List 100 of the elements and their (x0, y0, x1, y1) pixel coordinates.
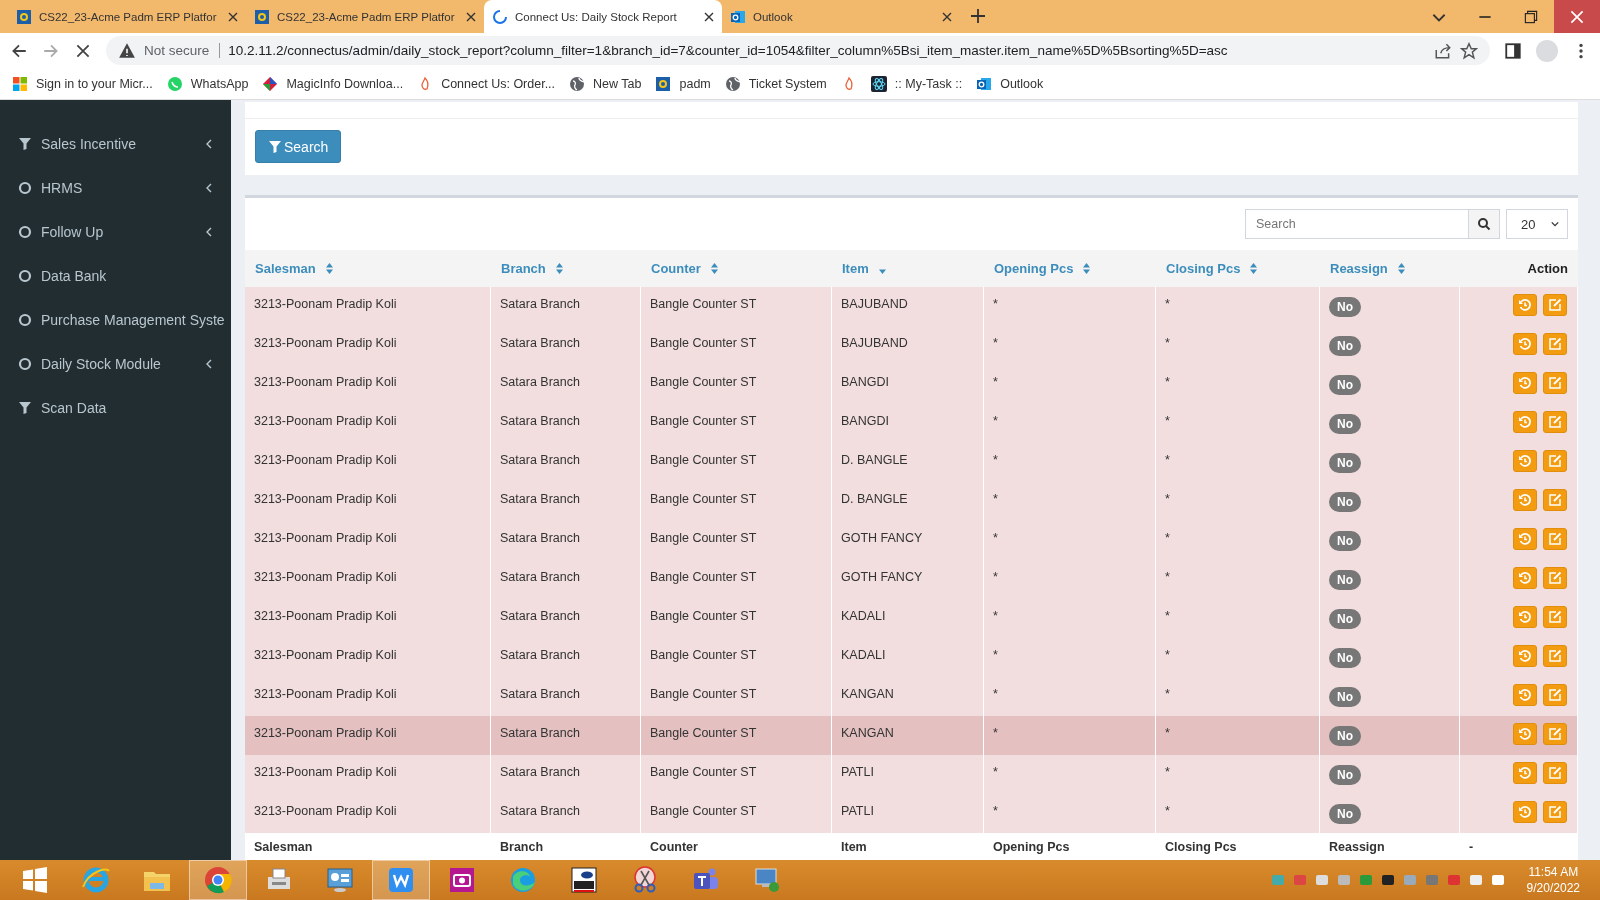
share-icon[interactable] (1434, 41, 1452, 60)
document-app-icon[interactable] (386, 865, 416, 895)
status-badge: No (1329, 765, 1361, 785)
side-panel-icon[interactable] (1504, 41, 1522, 60)
history-button[interactable] (1513, 411, 1537, 433)
status-badge: No (1329, 297, 1361, 317)
history-button[interactable] (1513, 606, 1537, 628)
history-button[interactable] (1513, 333, 1537, 355)
edit-icon (1548, 766, 1562, 780)
column-footer: Opening Pcs (984, 833, 1156, 860)
sort-icon[interactable] (325, 263, 333, 274)
chevron-down-icon (1551, 219, 1559, 229)
close-button[interactable] (1554, 0, 1600, 33)
history-button[interactable] (1513, 762, 1537, 784)
circle-icon (18, 269, 32, 283)
history-button[interactable] (1513, 684, 1537, 706)
history-button[interactable] (1513, 567, 1537, 589)
chrome-icon[interactable] (203, 865, 233, 895)
close-icon[interactable] (704, 11, 714, 22)
history-button[interactable] (1513, 450, 1537, 472)
history-button[interactable] (1513, 489, 1537, 511)
history-button[interactable] (1513, 372, 1537, 394)
close-icon[interactable] (942, 11, 952, 22)
history-button[interactable] (1513, 645, 1537, 667)
sidebar-item[interactable]: Purchase Management Syste (41, 312, 229, 328)
sort-icon[interactable] (1397, 263, 1405, 274)
control-panel-icon[interactable] (325, 865, 355, 895)
status-badge: No (1329, 453, 1361, 473)
mail-app-icon (730, 8, 746, 25)
history-icon (1518, 337, 1532, 351)
edit-button[interactable] (1543, 645, 1567, 667)
history-icon (1518, 727, 1532, 741)
history-icon (1518, 610, 1532, 624)
eye-logo-icon[interactable] (569, 865, 599, 895)
search-field[interactable]: Search (1245, 209, 1469, 239)
browser-tab[interactable]: Outlook (722, 0, 960, 33)
sidebar-item[interactable]: Sales Incentive (41, 136, 196, 152)
plus-icon[interactable] (970, 8, 986, 24)
close-icon[interactable] (228, 11, 238, 22)
bookmark[interactable]: WhatsApp (166, 75, 249, 92)
windows-icon[interactable] (20, 865, 50, 895)
remote-desktop-icon[interactable] (752, 865, 782, 895)
edit-button[interactable] (1543, 294, 1567, 316)
search-button[interactable]: Search (255, 130, 342, 163)
sort-icon[interactable] (555, 263, 563, 274)
edit-button[interactable] (1543, 762, 1567, 784)
bookmark[interactable]: MagicInfo Downloa... (262, 75, 404, 92)
sort-icon[interactable] (710, 263, 718, 274)
history-icon (1518, 454, 1532, 468)
history-button[interactable] (1513, 294, 1537, 316)
status-badge: No (1329, 648, 1361, 668)
edit-button[interactable] (1543, 723, 1567, 745)
profile-avatar[interactable] (1536, 39, 1558, 62)
page-size-dropdown[interactable]: 20 (1506, 209, 1568, 239)
history-button[interactable] (1513, 801, 1537, 823)
bookmark[interactable]: Connect Us: Order... (417, 75, 556, 92)
globe-icon (569, 75, 586, 92)
edit-icon (1548, 649, 1562, 663)
bookmark[interactable]: New Tab (569, 75, 642, 92)
browser-e-icon[interactable] (81, 865, 111, 895)
star-icon[interactable] (1460, 41, 1478, 60)
sort-icon[interactable] (1250, 263, 1258, 274)
wave-browser-icon[interactable] (508, 865, 538, 895)
bookmark[interactable]: :: My-Task :: (870, 75, 963, 92)
browser-tab[interactable]: CS22_23-Acme Padm ERP Platfor (8, 0, 246, 33)
status-badge: No (1329, 531, 1361, 551)
sidebar-item[interactable]: HRMS (41, 180, 196, 196)
bookmark[interactable]: Outlook (976, 75, 1044, 92)
edit-button[interactable] (1543, 372, 1567, 394)
sidebar-item[interactable]: Daily Stock Module (41, 356, 196, 372)
edit-button[interactable] (1543, 528, 1567, 550)
sort-icon[interactable] (1083, 263, 1091, 274)
edit-button[interactable] (1543, 684, 1567, 706)
history-button[interactable] (1513, 528, 1537, 550)
history-icon (1518, 805, 1532, 819)
edit-button[interactable] (1543, 450, 1567, 472)
edit-button[interactable] (1543, 489, 1567, 511)
sidebar-item[interactable]: Data Bank (41, 268, 229, 284)
camera-icon[interactable] (447, 865, 477, 895)
history-button[interactable] (1513, 723, 1537, 745)
sidebar-item[interactable]: Follow Up (41, 224, 196, 240)
edit-button[interactable] (1543, 801, 1567, 823)
bookmark[interactable]: padm (655, 75, 711, 92)
close-icon[interactable] (466, 11, 476, 22)
edit-button[interactable] (1543, 333, 1567, 355)
history-icon (1518, 688, 1532, 702)
edit-button[interactable] (1543, 606, 1567, 628)
search-button[interactable] (1469, 209, 1500, 239)
bookmark[interactable]: Ticket System (724, 75, 827, 92)
column-footer: Closing Pcs (1156, 833, 1320, 860)
browser-tab[interactable]: CS22_23-Acme Padm ERP Platfor (246, 0, 484, 33)
browser-tab[interactable]: Connect Us: Daily Stock Report (484, 0, 722, 33)
status-badge: No (1329, 570, 1361, 590)
edit-button[interactable] (1543, 567, 1567, 589)
bookmark[interactable]: Sign in to your Micr... (12, 75, 153, 92)
column-footer: Item (832, 833, 984, 860)
edit-icon (1548, 337, 1562, 351)
address-bar[interactable]: Not secure 10.2.11.2/connectus/admin/daily_stock_report?column_filter=1&branch_id=7&counter_id=1054&filter_column%5Bsi_item_master.item_name%5D%5Bsorting%5D=asc (106, 36, 1490, 65)
edit-button[interactable] (1543, 411, 1567, 433)
sidebar-item[interactable]: Scan Data (41, 400, 229, 416)
